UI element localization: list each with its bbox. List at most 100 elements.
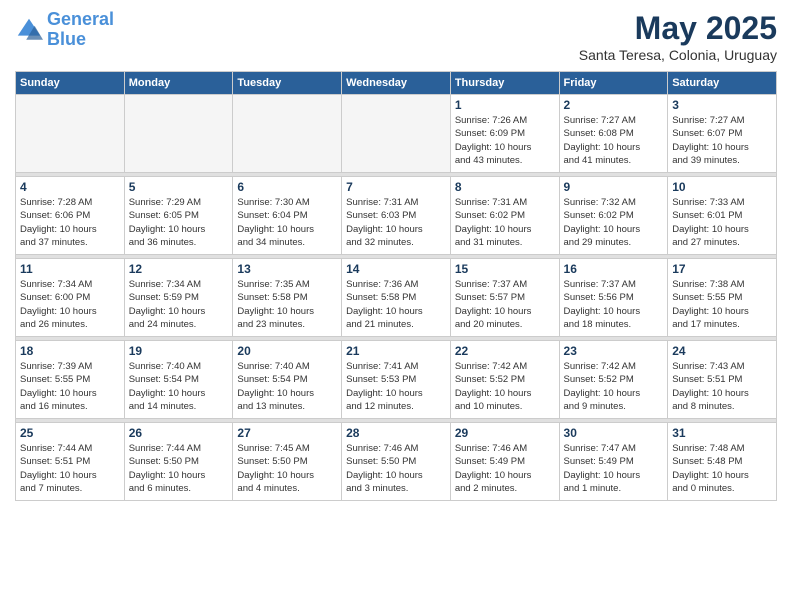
location: Santa Teresa, Colonia, Uruguay [579,47,777,63]
day-number: 21 [346,344,446,358]
weekday-header: Wednesday [342,72,451,95]
day-info: Sunrise: 7:34 AM Sunset: 6:00 PM Dayligh… [20,278,120,331]
day-number: 15 [455,262,555,276]
calendar-header-row: SundayMondayTuesdayWednesdayThursdayFrid… [16,72,777,95]
calendar: SundayMondayTuesdayWednesdayThursdayFrid… [15,71,777,501]
header: General Blue May 2025 Santa Teresa, Colo… [15,10,777,63]
day-number: 1 [455,98,555,112]
calendar-day-cell: 20 Sunrise: 7:40 AM Sunset: 5:54 PM Dayli… [233,341,342,419]
weekday-header: Friday [559,72,668,95]
logo-text: General Blue [47,10,114,50]
day-info: Sunrise: 7:42 AM Sunset: 5:52 PM Dayligh… [455,360,555,413]
day-number: 4 [20,180,120,194]
day-info: Sunrise: 7:31 AM Sunset: 6:02 PM Dayligh… [455,196,555,249]
day-info: Sunrise: 7:26 AM Sunset: 6:09 PM Dayligh… [455,114,555,167]
day-number: 13 [237,262,337,276]
calendar-day-cell: 3 Sunrise: 7:27 AM Sunset: 6:07 PM Daylig… [668,95,777,173]
day-number: 16 [564,262,664,276]
calendar-day-cell: 15 Sunrise: 7:37 AM Sunset: 5:57 PM Dayli… [450,259,559,337]
calendar-day-cell: 12Sunrise: 7:34 AM Sunset: 5:59 PM Dayli… [124,259,233,337]
calendar-day-cell [16,95,125,173]
day-number: 6 [237,180,337,194]
calendar-day-cell: 10 Sunrise: 7:33 AM Sunset: 6:01 PM Dayli… [668,177,777,255]
calendar-day-cell: 13 Sunrise: 7:35 AM Sunset: 5:58 PM Dayli… [233,259,342,337]
day-info: Sunrise: 7:29 AM Sunset: 6:05 PM Dayligh… [129,196,229,249]
calendar-day-cell: 16Sunrise: 7:37 AM Sunset: 5:56 PM Dayli… [559,259,668,337]
day-info: Sunrise: 7:36 AM Sunset: 5:58 PM Dayligh… [346,278,446,331]
day-number: 3 [672,98,772,112]
calendar-day-cell: 30Sunrise: 7:47 AM Sunset: 5:49 PM Dayli… [559,423,668,501]
day-number: 25 [20,426,120,440]
calendar-day-cell: 28Sunrise: 7:46 AM Sunset: 5:50 PM Dayli… [342,423,451,501]
weekday-header: Tuesday [233,72,342,95]
day-info: Sunrise: 7:33 AM Sunset: 6:01 PM Dayligh… [672,196,772,249]
day-number: 10 [672,180,772,194]
calendar-day-cell: 5Sunrise: 7:29 AM Sunset: 6:05 PM Daylig… [124,177,233,255]
day-info: Sunrise: 7:30 AM Sunset: 6:04 PM Dayligh… [237,196,337,249]
day-number: 2 [564,98,664,112]
day-info: Sunrise: 7:37 AM Sunset: 5:57 PM Dayligh… [455,278,555,331]
day-info: Sunrise: 7:44 AM Sunset: 5:51 PM Dayligh… [20,442,120,495]
calendar-day-cell: 22Sunrise: 7:42 AM Sunset: 5:52 PM Dayli… [450,341,559,419]
day-number: 26 [129,426,229,440]
day-info: Sunrise: 7:27 AM Sunset: 6:07 PM Dayligh… [672,114,772,167]
day-number: 8 [455,180,555,194]
day-info: Sunrise: 7:44 AM Sunset: 5:50 PM Dayligh… [129,442,229,495]
day-info: Sunrise: 7:39 AM Sunset: 5:55 PM Dayligh… [20,360,120,413]
day-info: Sunrise: 7:27 AM Sunset: 6:08 PM Dayligh… [564,114,664,167]
calendar-week-row: 4Sunrise: 7:28 AM Sunset: 6:06 PM Daylig… [16,177,777,255]
calendar-day-cell: 23Sunrise: 7:42 AM Sunset: 5:52 PM Dayli… [559,341,668,419]
calendar-day-cell: 2 Sunrise: 7:27 AM Sunset: 6:08 PM Daylig… [559,95,668,173]
day-number: 29 [455,426,555,440]
calendar-day-cell: 31 Sunrise: 7:48 AM Sunset: 5:48 PM Dayli… [668,423,777,501]
calendar-day-cell: 7Sunrise: 7:31 AM Sunset: 6:03 PM Daylig… [342,177,451,255]
calendar-week-row: 1 Sunrise: 7:26 AM Sunset: 6:09 PM Daylig… [16,95,777,173]
day-number: 14 [346,262,446,276]
day-number: 9 [564,180,664,194]
day-info: Sunrise: 7:31 AM Sunset: 6:03 PM Dayligh… [346,196,446,249]
day-info: Sunrise: 7:42 AM Sunset: 5:52 PM Dayligh… [564,360,664,413]
calendar-day-cell: 1 Sunrise: 7:26 AM Sunset: 6:09 PM Daylig… [450,95,559,173]
day-number: 17 [672,262,772,276]
calendar-week-row: 11 Sunrise: 7:34 AM Sunset: 6:00 PM Dayli… [16,259,777,337]
calendar-day-cell [342,95,451,173]
day-info: Sunrise: 7:48 AM Sunset: 5:48 PM Dayligh… [672,442,772,495]
day-number: 27 [237,426,337,440]
calendar-day-cell: 21Sunrise: 7:41 AM Sunset: 5:53 PM Dayli… [342,341,451,419]
day-number: 18 [20,344,120,358]
calendar-week-row: 18 Sunrise: 7:39 AM Sunset: 5:55 PM Dayli… [16,341,777,419]
day-info: Sunrise: 7:40 AM Sunset: 5:54 PM Dayligh… [237,360,337,413]
calendar-day-cell: 11 Sunrise: 7:34 AM Sunset: 6:00 PM Dayli… [16,259,125,337]
calendar-day-cell: 18 Sunrise: 7:39 AM Sunset: 5:55 PM Dayli… [16,341,125,419]
month-title: May 2025 [579,10,777,47]
day-number: 11 [20,262,120,276]
day-number: 19 [129,344,229,358]
day-info: Sunrise: 7:40 AM Sunset: 5:54 PM Dayligh… [129,360,229,413]
calendar-day-cell: 6 Sunrise: 7:30 AM Sunset: 6:04 PM Daylig… [233,177,342,255]
day-number: 20 [237,344,337,358]
calendar-day-cell: 14 Sunrise: 7:36 AM Sunset: 5:58 PM Dayli… [342,259,451,337]
calendar-day-cell: 29 Sunrise: 7:46 AM Sunset: 5:49 PM Dayli… [450,423,559,501]
calendar-day-cell: 19 Sunrise: 7:40 AM Sunset: 5:54 PM Dayli… [124,341,233,419]
calendar-day-cell: 24 Sunrise: 7:43 AM Sunset: 5:51 PM Dayli… [668,341,777,419]
calendar-week-row: 25 Sunrise: 7:44 AM Sunset: 5:51 PM Dayli… [16,423,777,501]
day-number: 30 [564,426,664,440]
calendar-day-cell: 9Sunrise: 7:32 AM Sunset: 6:02 PM Daylig… [559,177,668,255]
weekday-header: Monday [124,72,233,95]
day-number: 31 [672,426,772,440]
day-info: Sunrise: 7:38 AM Sunset: 5:55 PM Dayligh… [672,278,772,331]
day-number: 24 [672,344,772,358]
title-block: May 2025 Santa Teresa, Colonia, Uruguay [579,10,777,63]
calendar-day-cell: 26 Sunrise: 7:44 AM Sunset: 5:50 PM Dayli… [124,423,233,501]
calendar-day-cell [233,95,342,173]
calendar-day-cell: 17 Sunrise: 7:38 AM Sunset: 5:55 PM Dayli… [668,259,777,337]
weekday-header: Sunday [16,72,125,95]
page: General Blue May 2025 Santa Teresa, Colo… [0,0,792,612]
day-info: Sunrise: 7:35 AM Sunset: 5:58 PM Dayligh… [237,278,337,331]
logo: General Blue [15,10,114,50]
day-info: Sunrise: 7:34 AM Sunset: 5:59 PM Dayligh… [129,278,229,331]
day-info: Sunrise: 7:43 AM Sunset: 5:51 PM Dayligh… [672,360,772,413]
calendar-day-cell: 25 Sunrise: 7:44 AM Sunset: 5:51 PM Dayli… [16,423,125,501]
day-info: Sunrise: 7:46 AM Sunset: 5:49 PM Dayligh… [455,442,555,495]
calendar-day-cell: 8 Sunrise: 7:31 AM Sunset: 6:02 PM Daylig… [450,177,559,255]
